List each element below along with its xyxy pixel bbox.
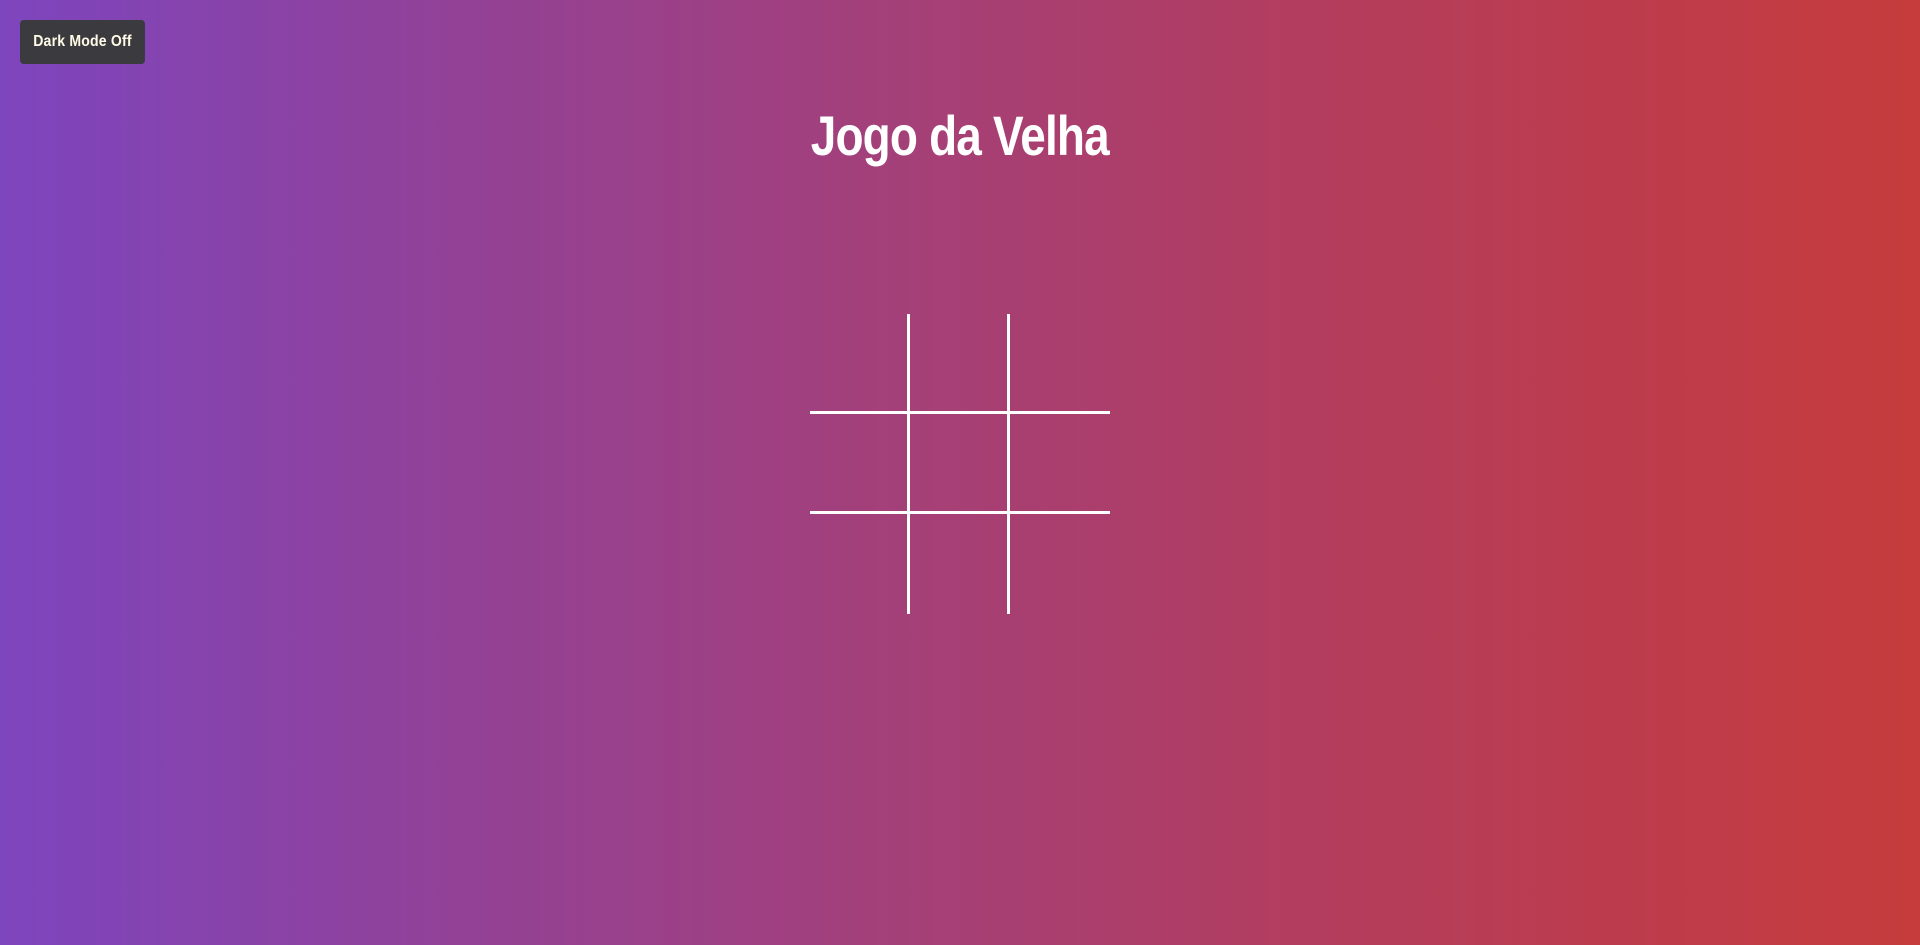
dark-mode-toggle-button[interactable]: Dark Mode Off (20, 20, 145, 64)
board-cell-8[interactable] (910, 514, 1010, 614)
board-cell-7[interactable] (810, 514, 910, 614)
board-cell-1[interactable] (810, 314, 910, 414)
board-cell-4[interactable] (810, 414, 910, 514)
board-cell-5[interactable] (910, 414, 1010, 514)
page-title: Jogo da Velha (0, 100, 1920, 172)
board-cell-2[interactable] (910, 314, 1010, 414)
board-cell-9[interactable] (1010, 514, 1110, 614)
board-cell-3[interactable] (1010, 314, 1110, 414)
board-cell-6[interactable] (1010, 414, 1110, 514)
tic-tac-toe-board (810, 314, 1110, 614)
page-title-text: Jogo da Velha (810, 104, 1110, 167)
